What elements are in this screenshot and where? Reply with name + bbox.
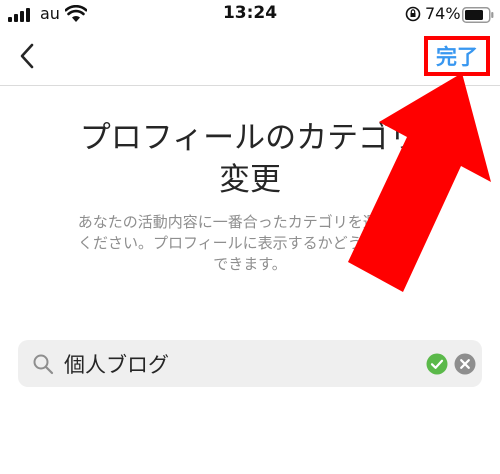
description-line-1: あなたの活動内容に一番合ったカテゴリを選択して xyxy=(77,213,423,231)
description-line-2: ください。プロフィールに表示するかどうかは選択 xyxy=(77,234,423,252)
status-bar: au 13:24 74% xyxy=(0,0,500,30)
chevron-left-icon xyxy=(20,43,34,69)
page-description: あなたの活動内容に一番合ったカテゴリを選択して ください。プロフィールに表示する… xyxy=(40,212,460,275)
page-title-line-2: 変更 xyxy=(219,162,281,198)
page-title-line-1: プロフィールのカテゴリ xyxy=(79,120,421,156)
back-button[interactable] xyxy=(10,38,44,74)
check-circle-icon xyxy=(426,353,448,375)
clear-icon[interactable] xyxy=(454,353,476,375)
page-title: プロフィールのカテゴリ 変更 xyxy=(40,117,460,201)
description-line-3: できます。 xyxy=(213,255,287,273)
nav-bar: 完了 xyxy=(0,30,500,86)
battery-percent: 74% xyxy=(425,4,461,23)
search-icon xyxy=(33,354,54,375)
rotation-lock-icon xyxy=(405,6,421,22)
category-search-input[interactable] xyxy=(64,340,424,387)
done-button[interactable]: 完了 xyxy=(424,36,490,76)
category-search-field[interactable] xyxy=(18,340,482,387)
battery-icon xyxy=(462,7,494,23)
